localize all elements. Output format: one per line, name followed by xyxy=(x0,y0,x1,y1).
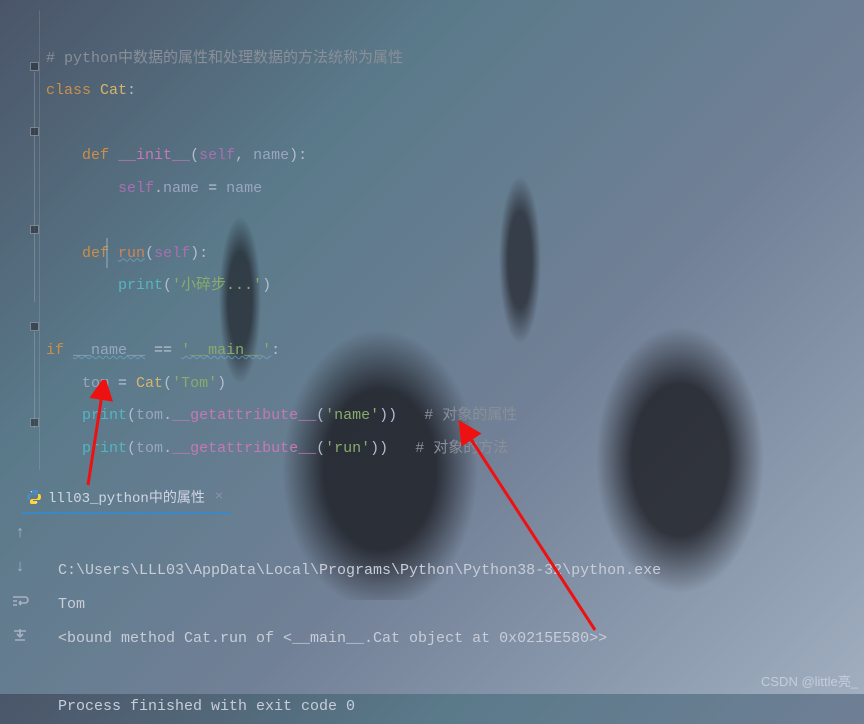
getattr: __getattribute__ xyxy=(172,407,316,424)
equals: = xyxy=(109,375,136,392)
colon: : xyxy=(199,245,208,262)
string-main: '__main__' xyxy=(181,342,271,359)
keyword-def: def xyxy=(82,245,109,262)
output-line: Process finished with exit code 0 xyxy=(58,698,355,715)
dot: . xyxy=(154,180,163,197)
self-ref: self xyxy=(118,180,154,197)
colon: : xyxy=(298,147,307,164)
code-comment: # 对象的属性 xyxy=(424,407,517,424)
output-line: <bound method Cat.run of <__main__.Cat o… xyxy=(58,630,607,647)
cat-ctor: Cat xyxy=(136,375,163,392)
colon: : xyxy=(127,82,136,99)
paren-close: ) xyxy=(379,407,388,424)
paren-open: ( xyxy=(163,277,172,294)
output-line: C:\Users\LLL03\AppData\Local\Programs\Py… xyxy=(58,562,661,579)
paren-close: ) xyxy=(262,277,271,294)
paren-open: ( xyxy=(316,440,325,457)
dot: . xyxy=(163,407,172,424)
dunder-name: __name__ xyxy=(73,342,145,359)
dot: . xyxy=(163,440,172,457)
close-icon[interactable]: × xyxy=(211,489,223,505)
string-tom: 'Tom' xyxy=(172,375,217,392)
watermark-text: CSDN @little亮_ xyxy=(761,671,858,690)
indent-guide-icon xyxy=(106,238,108,268)
console-tab-label: lll03_python中的属性 xyxy=(48,487,205,507)
keyword-def: def xyxy=(82,147,109,164)
paren-open: ( xyxy=(127,440,136,457)
paren-close: ) xyxy=(190,245,199,262)
comma: , xyxy=(235,147,253,164)
console-tab[interactable]: lll03_python中的属性 × xyxy=(22,484,231,514)
string-run: 'run' xyxy=(325,440,370,457)
colon: : xyxy=(271,342,280,359)
param-self: self xyxy=(154,245,190,262)
equals: = xyxy=(199,180,226,197)
print-call: print xyxy=(82,440,127,457)
console-tab-bar: lll03_python中的属性 × xyxy=(0,484,231,514)
code-comment: # 对象的方法 xyxy=(415,440,508,457)
param-self: self xyxy=(199,147,235,164)
scroll-down-icon[interactable]: ↓ xyxy=(9,556,31,578)
paren-close: ) xyxy=(379,440,388,457)
code-comment: # python中数据的属性和处理数据的方法统称为属性 xyxy=(46,50,403,67)
paren-open: ( xyxy=(145,245,154,262)
paren-close: ) xyxy=(370,440,379,457)
paren-close: ) xyxy=(289,147,298,164)
var-tom: tom xyxy=(82,375,109,392)
console-tool-rail: ↑ ↓ xyxy=(0,522,40,646)
print-call: print xyxy=(82,407,127,424)
var-tom: tom xyxy=(136,407,163,424)
console-output[interactable]: C:\Users\LLL03\AppData\Local\Programs\Py… xyxy=(58,520,864,724)
paren-open: ( xyxy=(127,407,136,424)
string-name: 'name' xyxy=(325,407,379,424)
var-tom: tom xyxy=(136,440,163,457)
print-call: print xyxy=(118,277,163,294)
param-name: name xyxy=(253,147,289,164)
dunder-init: __init__ xyxy=(118,147,190,164)
scroll-to-end-icon[interactable] xyxy=(9,624,31,646)
scroll-up-icon[interactable]: ↑ xyxy=(9,522,31,544)
soft-wrap-icon[interactable] xyxy=(9,590,31,612)
paren-close: ) xyxy=(217,375,226,392)
string-literal: '小碎步...' xyxy=(172,277,262,294)
class-name: Cat xyxy=(100,82,127,99)
keyword-class: class xyxy=(46,82,91,99)
keyword-if: if xyxy=(46,342,64,359)
paren-open: ( xyxy=(163,375,172,392)
paren-close: ) xyxy=(388,407,397,424)
method-run: run xyxy=(118,245,145,262)
output-line: Tom xyxy=(58,596,85,613)
code-editor[interactable]: # python中数据的属性和处理数据的方法统称为属性 class Cat: d… xyxy=(0,10,864,465)
attr-name: name xyxy=(163,180,199,197)
paren-open: ( xyxy=(316,407,325,424)
op-eqeq: == xyxy=(145,342,181,359)
rhs-name: name xyxy=(226,180,262,197)
paren-open: ( xyxy=(190,147,199,164)
python-icon xyxy=(26,489,42,505)
getattr: __getattribute__ xyxy=(172,440,316,457)
